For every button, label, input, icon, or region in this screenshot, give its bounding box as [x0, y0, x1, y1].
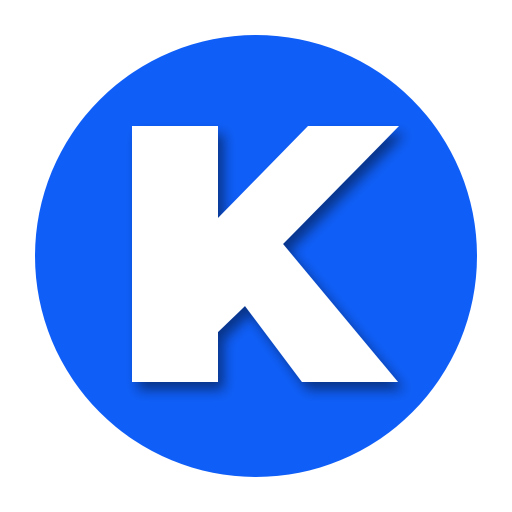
logo-canvas	[0, 0, 512, 512]
k-logo-icon	[35, 35, 477, 477]
